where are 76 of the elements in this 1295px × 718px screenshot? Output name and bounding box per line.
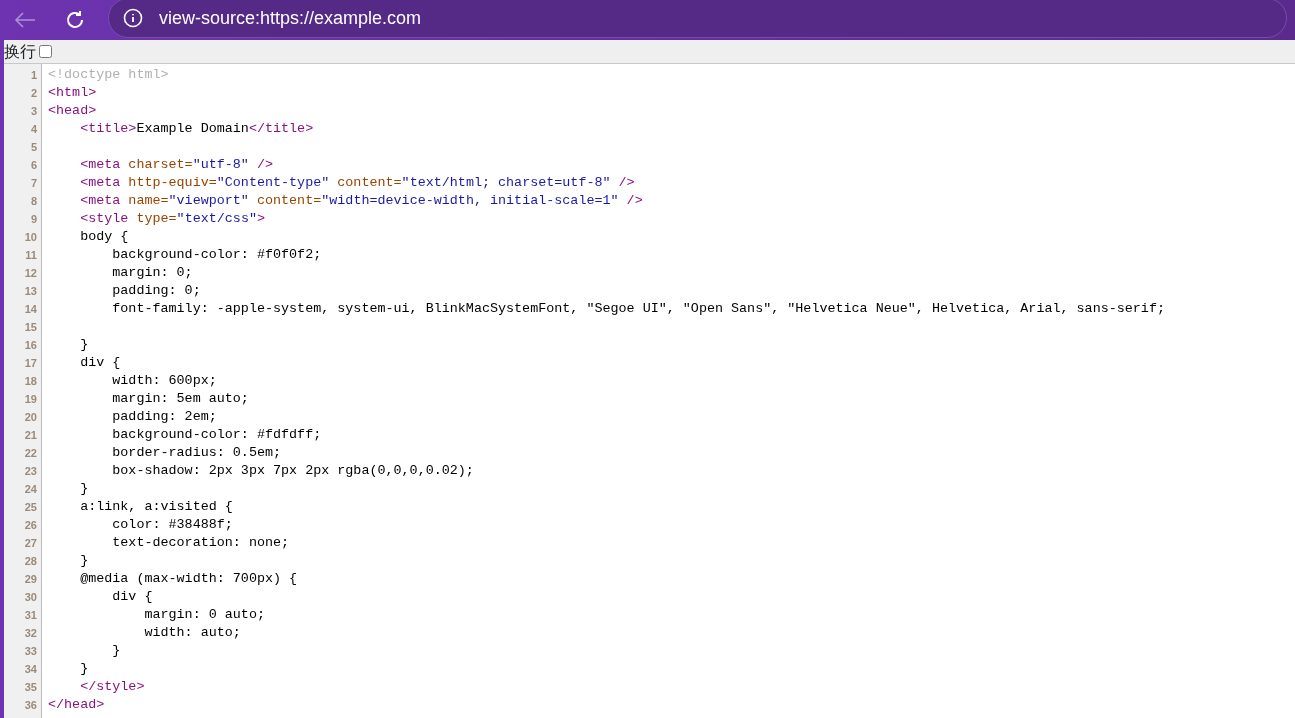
line-number: 10	[23, 230, 38, 245]
code-line: body {	[79, 228, 129, 246]
line-number: 16	[23, 338, 38, 353]
line-number: 15	[23, 320, 38, 335]
code-line: margin: 0 auto;	[143, 606, 265, 624]
line-number: 18	[23, 374, 38, 389]
code-line: <meta charset="utf-8" />	[79, 156, 273, 174]
line-number: 11	[24, 248, 38, 263]
line-number: 35	[23, 680, 38, 695]
line-number: 14	[23, 302, 38, 317]
line-number: 19	[23, 392, 38, 407]
line-number: 32	[23, 626, 38, 641]
code-line: background-color: #f0f0f2;	[111, 246, 322, 264]
line-number: 22	[23, 446, 38, 461]
code-line: width: auto;	[143, 624, 241, 642]
code-line: a:link, a:visited {	[79, 498, 233, 516]
line-number: 36	[23, 698, 38, 713]
code-line: margin: 0;	[111, 264, 193, 282]
line-number: 4	[29, 122, 38, 137]
code-line: <html>	[48, 84, 97, 102]
line-number: 25	[23, 500, 38, 515]
code-line: div {	[111, 588, 153, 606]
code-line: }	[79, 660, 89, 678]
code-line: box-shadow: 2px 3px 7px 2px rgba(0,0,0,0.02);	[111, 462, 474, 480]
line-number: 26	[23, 518, 38, 533]
line-number: 1	[29, 68, 38, 83]
code-line: <meta name="viewport" content="width=device-width, initial-scale=1" />	[79, 192, 643, 210]
wrap-lines-toggle[interactable]: 换行	[4, 39, 52, 64]
code-line: }	[111, 642, 121, 660]
code-line: <!doctype html>	[48, 66, 169, 84]
wrap-checkbox[interactable]	[39, 45, 52, 58]
line-number: 2	[29, 86, 38, 101]
line-number: 3	[29, 104, 38, 119]
code-line: @media (max-width: 700px) {	[79, 570, 298, 588]
line-number: 34	[23, 662, 38, 677]
code-line: }	[79, 552, 89, 570]
line-number: 20	[23, 410, 38, 425]
line-number: 12	[23, 266, 38, 281]
code-line: }	[79, 336, 89, 354]
code-line: padding: 2em;	[111, 408, 217, 426]
code-line: <meta http-equiv="Content-type" content="text/html; charset=utf-8" />	[79, 174, 635, 192]
line-number: 28	[23, 554, 38, 569]
code-line: width: 600px;	[111, 372, 217, 390]
line-number: 9	[29, 212, 38, 227]
line-number: 8	[29, 194, 38, 209]
code-line: text-decoration: none;	[111, 534, 290, 552]
line-number: 5	[29, 140, 38, 155]
line-number: 31	[23, 608, 38, 623]
code-line: <title>Example Domain</title>	[79, 120, 314, 138]
code-line: color: #38488f;	[111, 516, 233, 534]
line-number: 24	[23, 482, 38, 497]
line-number: 30	[23, 590, 38, 605]
line-number: 33	[23, 644, 38, 659]
line-number: 6	[29, 158, 38, 173]
back-arrow-icon	[14, 11, 36, 29]
line-number: 29	[23, 572, 38, 587]
code-line: </style>	[79, 678, 145, 696]
reload-icon	[64, 9, 86, 31]
info-icon	[123, 8, 143, 28]
code-line: <head>	[48, 102, 97, 120]
code-line: <style type="text/css">	[79, 210, 265, 228]
code-line: </head>	[48, 696, 105, 714]
line-number: 21	[23, 428, 38, 443]
address-bar[interactable]: view-source:https://example.com	[108, 0, 1287, 38]
code-line: margin: 5em auto;	[111, 390, 249, 408]
code-line: font-family: -apple-system, system-ui, BlinkMacSystemFont, "Segoe UI", "Open Sans", "Helvetica Neue", Helvetica, Arial, sans-serif;	[111, 300, 1165, 318]
code-line: border-radius: 0.5em;	[111, 444, 282, 462]
code-line: background-color: #fdfdff;	[111, 426, 322, 444]
code-line: }	[79, 480, 89, 498]
line-number: 17	[23, 356, 38, 371]
code-line: div {	[79, 354, 121, 372]
code-line: padding: 0;	[111, 282, 201, 300]
line-number: 7	[29, 176, 38, 191]
line-number: 27	[23, 536, 38, 551]
line-number: 13	[23, 284, 38, 299]
line-number: 23	[23, 464, 38, 479]
